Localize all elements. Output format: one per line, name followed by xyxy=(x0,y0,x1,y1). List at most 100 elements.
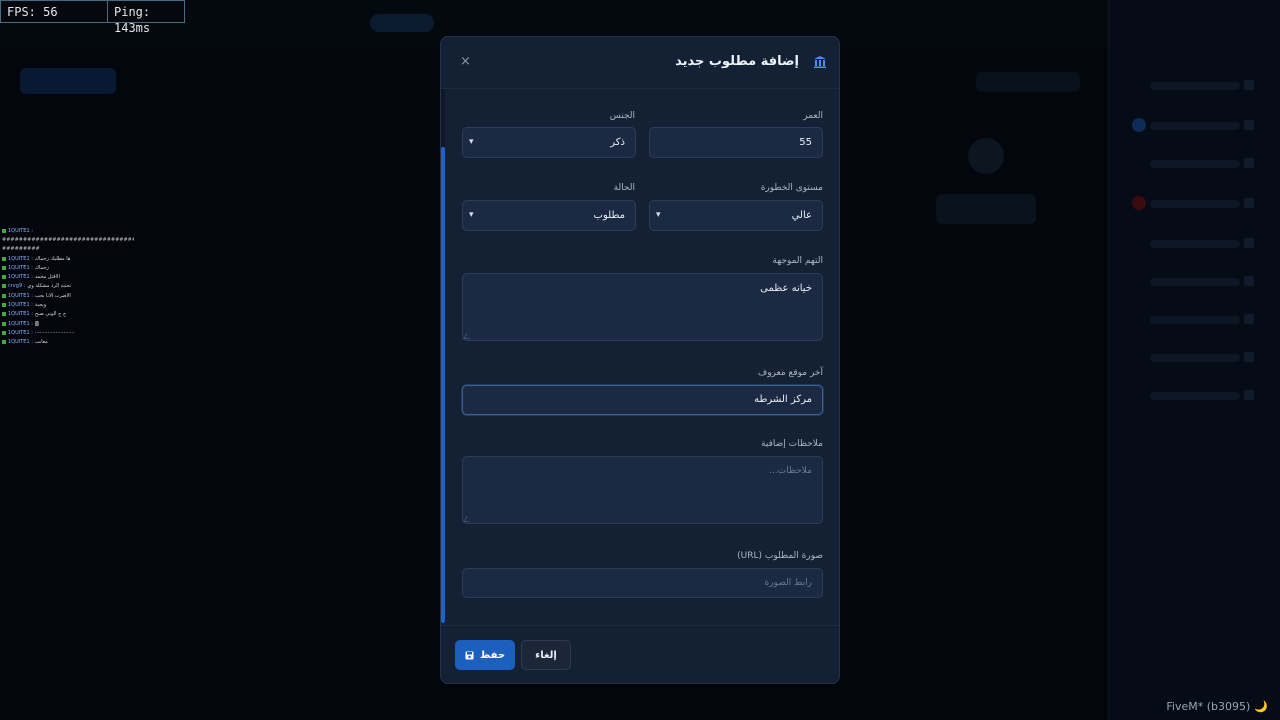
chat-author: crvg9 : xyxy=(8,283,26,290)
close-button[interactable]: × xyxy=(460,54,471,69)
chat-line: 1QUITE1 : زحماك xyxy=(2,263,142,272)
moon-icon: 🌙 xyxy=(1254,700,1268,713)
danger-level-label: مستوى الخطورة xyxy=(760,183,823,193)
charges-label: التهم الموجهة xyxy=(772,256,823,266)
background-search xyxy=(976,72,1080,92)
chat-marker-icon xyxy=(2,293,6,298)
chat-author: 1QUITE1 : xyxy=(8,311,33,318)
gender-select[interactable]: ▾ ذكر xyxy=(462,127,636,158)
background-sidebar-item xyxy=(1150,82,1240,90)
chat-line: 1QUITE1 :ج ج الوني صبح xyxy=(2,310,142,319)
chat-marker-icon xyxy=(2,256,6,261)
client-version: FiveM* (b3095) 🌙 xyxy=(1166,700,1268,713)
chat-message: الاضرب الانا بحب xyxy=(34,292,71,299)
modal-scrollbar-thumb[interactable] xyxy=(441,147,445,623)
background-sidebar-item xyxy=(1150,240,1240,248)
chat-author: 1QUITE1 : xyxy=(8,292,33,299)
status-value: مطلوب xyxy=(593,210,625,221)
chat-line: 1QUITE1 : ▒ xyxy=(2,319,142,328)
notes-label: ملاحظات إضافية xyxy=(761,439,823,449)
fps-counter: FPS: 56 xyxy=(1,1,108,22)
chat-message: معانب xyxy=(34,339,48,346)
background-sidebar-icon xyxy=(1244,80,1254,90)
danger-level-select[interactable]: ▾ عالي xyxy=(649,200,823,231)
background-badge-red xyxy=(1132,196,1146,210)
chat-line: 1QUITE1 : ويجية xyxy=(2,300,142,309)
background-sidebar-icon xyxy=(1244,120,1254,130)
chat-marker-icon xyxy=(2,321,6,326)
location-value: مركز الشرطه xyxy=(754,394,812,405)
chat-message: ························· xyxy=(34,329,75,336)
background-sidebar-icon xyxy=(1244,238,1254,248)
chat-author: 1QUITE1 : xyxy=(8,227,33,234)
save-button[interactable]: حفظ xyxy=(455,640,515,670)
chat-author: 1QUITE1 : xyxy=(8,274,33,281)
charges-value: خيانه عظمى xyxy=(760,283,812,294)
background-sidebar-item xyxy=(1150,278,1240,286)
chat-author: 1QUITE1 : xyxy=(8,339,33,346)
chat-message: ويجية xyxy=(34,302,47,309)
chat-message: ها مطليك زحماك xyxy=(34,255,71,262)
charges-textarea[interactable]: خيانه عظمى xyxy=(462,273,823,341)
resize-handle-icon[interactable] xyxy=(463,333,473,339)
background-sidebar-item xyxy=(1150,316,1240,324)
chat-line: ######### xyxy=(2,245,142,254)
chevron-down-icon: ▾ xyxy=(656,210,661,220)
chat-line: 1QUITE1 : الاقتل محمد xyxy=(2,272,142,281)
photo-url-input[interactable]: رابط الصورة xyxy=(462,568,823,598)
background-add-button xyxy=(20,68,116,94)
chat-marker-icon xyxy=(2,275,6,280)
status-select[interactable]: ▾ مطلوب xyxy=(462,200,636,231)
photo-url-placeholder: رابط الصورة xyxy=(764,578,812,588)
chat-marker-icon xyxy=(2,330,6,335)
background-sidebar-icon xyxy=(1244,352,1254,362)
age-label: العمر xyxy=(803,111,823,121)
background-badge-blue xyxy=(1132,118,1146,132)
background-card-button xyxy=(936,194,1036,224)
background-sidebar-icon xyxy=(1244,158,1254,168)
age-value: 55 xyxy=(799,137,812,148)
chat-author: 1QUITE1 : xyxy=(8,320,33,327)
chat-author: 1QUITE1 : xyxy=(8,264,33,271)
background-sidebar-icon xyxy=(1244,314,1254,324)
background-sidebar-icon xyxy=(1244,198,1254,208)
location-input[interactable]: مركز الشرطه xyxy=(462,385,823,415)
chevron-down-icon: ▾ xyxy=(469,210,474,220)
photo-url-label: صورة المطلوب (URL) xyxy=(737,551,823,561)
background-header-pill xyxy=(370,14,434,32)
chat-line: 1QUITE1 : ························· xyxy=(2,328,142,337)
ping-counter: Ping: 143ms xyxy=(114,5,151,35)
background-sidebar-icon xyxy=(1244,390,1254,400)
age-input[interactable]: 55 xyxy=(649,127,823,158)
notes-placeholder: ملاحظات... xyxy=(769,466,812,476)
save-label: حفظ xyxy=(479,649,506,661)
danger-level-value: عالي xyxy=(791,210,812,221)
background-sidebar-item xyxy=(1150,160,1240,168)
floppy-disk-icon xyxy=(465,651,474,659)
background-avatar xyxy=(968,138,1004,174)
background-sidebar-item xyxy=(1150,200,1240,208)
chevron-down-icon: ▾ xyxy=(469,137,474,147)
background-sidebar-item xyxy=(1150,392,1240,400)
modal-title: إضافة مطلوب جديد xyxy=(675,54,799,69)
chat-message: ########################################… xyxy=(2,236,134,243)
background-sidebar-item xyxy=(1150,122,1240,130)
chat-log: 1QUITE1 : ###############################… xyxy=(2,226,142,347)
chat-line: 1QUITE1 : معانب xyxy=(2,338,142,347)
client-version-label: FiveM* (b3095) xyxy=(1166,700,1251,713)
resize-handle-icon[interactable] xyxy=(463,516,473,522)
notes-textarea[interactable]: ملاحظات... xyxy=(462,456,823,524)
chat-marker-icon xyxy=(2,303,6,308)
chat-line: 1QUITE1 : ها مطليك زحماك xyxy=(2,254,142,263)
cancel-button[interactable]: إلغاء xyxy=(521,640,571,670)
chat-message: تحتية الرد مشكلة وي xyxy=(27,283,71,290)
status-label: الحالة xyxy=(613,183,635,193)
chat-message: زحماك xyxy=(34,264,49,271)
chat-message: ج ج الوني صبح xyxy=(34,311,67,318)
background-bottom-bar xyxy=(0,690,1108,720)
chat-marker-icon xyxy=(2,340,6,345)
chat-author: 1QUITE1 : xyxy=(8,302,33,309)
chat-line: 1QUITE1 : الاضرب الانا بحب xyxy=(2,291,142,300)
modal-footer: حفظ إلغاء xyxy=(441,625,839,683)
chat-message: ######### xyxy=(2,246,40,253)
